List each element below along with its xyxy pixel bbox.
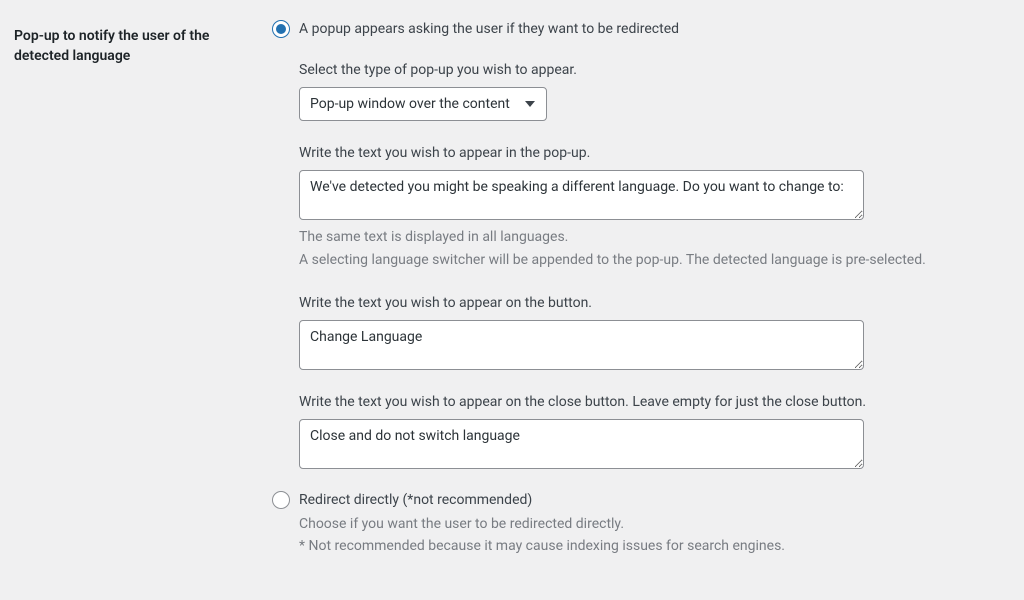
- settings-row: Pop-up to notify the user of the detecte…: [14, 20, 1010, 580]
- button-text-label: Write the text you wish to appear on the…: [299, 293, 1010, 314]
- popup-type-select-wrap: Pop-up window over the content: [299, 87, 547, 121]
- field-button-text: Write the text you wish to appear on the…: [299, 293, 1010, 370]
- redirect-desc1: Choose if you want the user to be redire…: [299, 513, 1010, 535]
- field-popup-type: Select the type of pop-up you wish to ap…: [299, 60, 1010, 121]
- radio-popup-label: A popup appears asking the user if they …: [299, 21, 679, 37]
- popup-text-help2: A selecting language switcher will be ap…: [299, 249, 1010, 271]
- option-popup-section: A popup appears asking the user if they …: [272, 20, 1010, 469]
- radio-row-redirect: Redirect directly (*not recommended): [272, 491, 1010, 509]
- radio-row-popup: A popup appears asking the user if they …: [272, 20, 1010, 38]
- popup-subcontent: Select the type of pop-up you wish to ap…: [299, 60, 1010, 469]
- close-text-label: Write the text you wish to appear on the…: [299, 392, 1010, 413]
- field-close-text: Write the text you wish to appear on the…: [299, 392, 1010, 469]
- button-text-input[interactable]: [299, 320, 864, 370]
- popup-text-label: Write the text you wish to appear in the…: [299, 143, 1010, 164]
- close-text-input[interactable]: [299, 419, 864, 469]
- option-redirect-section: Redirect directly (*not recommended) Cho…: [272, 491, 1010, 558]
- popup-text-input[interactable]: [299, 170, 864, 220]
- radio-popup[interactable]: [272, 20, 290, 38]
- row-content: A popup appears asking the user if they …: [272, 20, 1010, 580]
- radio-redirect-label: Redirect directly (*not recommended): [299, 492, 532, 508]
- popup-type-label: Select the type of pop-up you wish to ap…: [299, 60, 1010, 81]
- popup-text-help1: The same text is displayed in all langua…: [299, 226, 1010, 248]
- field-popup-text: Write the text you wish to appear in the…: [299, 143, 1010, 271]
- popup-type-select[interactable]: Pop-up window over the content: [299, 87, 547, 121]
- radio-redirect[interactable]: [272, 491, 290, 509]
- section-title: Pop-up to notify the user of the detecte…: [14, 20, 272, 67]
- redirect-desc2: * Not recommended because it may cause i…: [299, 535, 1010, 557]
